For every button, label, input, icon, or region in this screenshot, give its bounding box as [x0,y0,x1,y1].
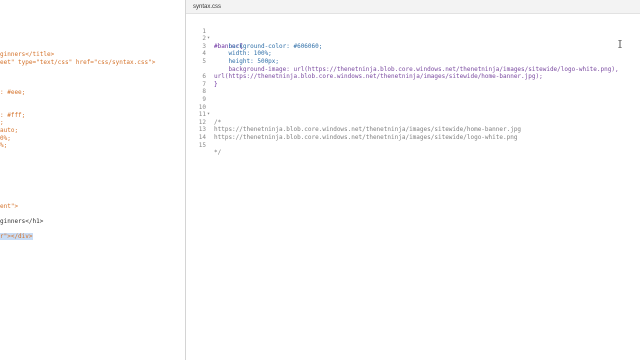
code-line: %; [0,142,155,150]
code-line: 7 [186,73,640,88]
code-line: 14 [186,126,640,141]
code-text: ginners</title> [0,51,55,58]
code-text: : #fff; [0,111,26,119]
code-line: 12 https://thenetninja.blob.core.windows… [186,111,640,134]
code-line: eet" type="text/css" href="css/syntax.cs… [0,59,155,67]
code-line: url(https://thenetninja.blob.core.window… [186,58,640,80]
code-line: 2 background-color: #606060; [186,28,640,50]
code-line: 11 [186,104,640,118]
code-text: 0%; [0,134,11,142]
code-line: ginners</title> [0,51,155,59]
code-text: */ [214,149,222,157]
code-line: 13 https://thenetninja.blob.core.windows… [186,119,640,141]
code-line: 1 ▾ #banner{ [186,20,640,50]
code-text: ; [0,119,4,127]
code-text: ent"> [0,202,19,210]
left-code-area[interactable]: ginners</title> eet" type="text/css" hre… [0,51,155,241]
code-line: 3 width: 100%; [186,35,640,58]
tab-bar: syntax.css [186,0,640,14]
code-line: : #eee; [0,89,155,97]
code-line: auto; [0,127,155,135]
code-line: r"></div> [0,233,155,241]
code-text: ginners</h1> [0,218,44,226]
code-area[interactable]: 1 ▾ #banner{ 2 background-color: #606060… [186,20,640,157]
code-line: ent"> [0,203,155,211]
line-number: 15 [198,141,206,149]
text-cursor-icon [618,40,622,48]
code-line: 8 [186,81,640,95]
code-line: 6 } [186,66,640,88]
code-text: : #eee; [0,88,26,96]
code-text: auto; [0,126,19,134]
code-line: 0%; [0,135,155,143]
right-editor-pane[interactable]: syntax.css 1 ▾ #banner{ 2 background-col… [186,0,640,360]
tab-syntax-css[interactable]: syntax.css [189,2,225,12]
code-line: 5 background-image: url(https://thenetni… [186,50,640,73]
left-editor-pane[interactable]: ginners</title> eet" type="text/css" hre… [0,0,186,360]
code-line: 9 [186,88,640,103]
code-line: ginners</h1> [0,218,155,226]
selected-code-text: r"></div> [0,233,33,241]
code-line: 4 height: 500px; [186,43,640,65]
code-text: %; [0,142,8,150]
code-line: : #fff; [0,112,155,120]
code-line: 10 ▾ /* [186,96,640,126]
code-line: 15 */ [186,134,640,157]
code-line: ; [0,119,155,127]
code-text: eet" type="text/css" href="css/syntax.cs… [0,58,156,66]
